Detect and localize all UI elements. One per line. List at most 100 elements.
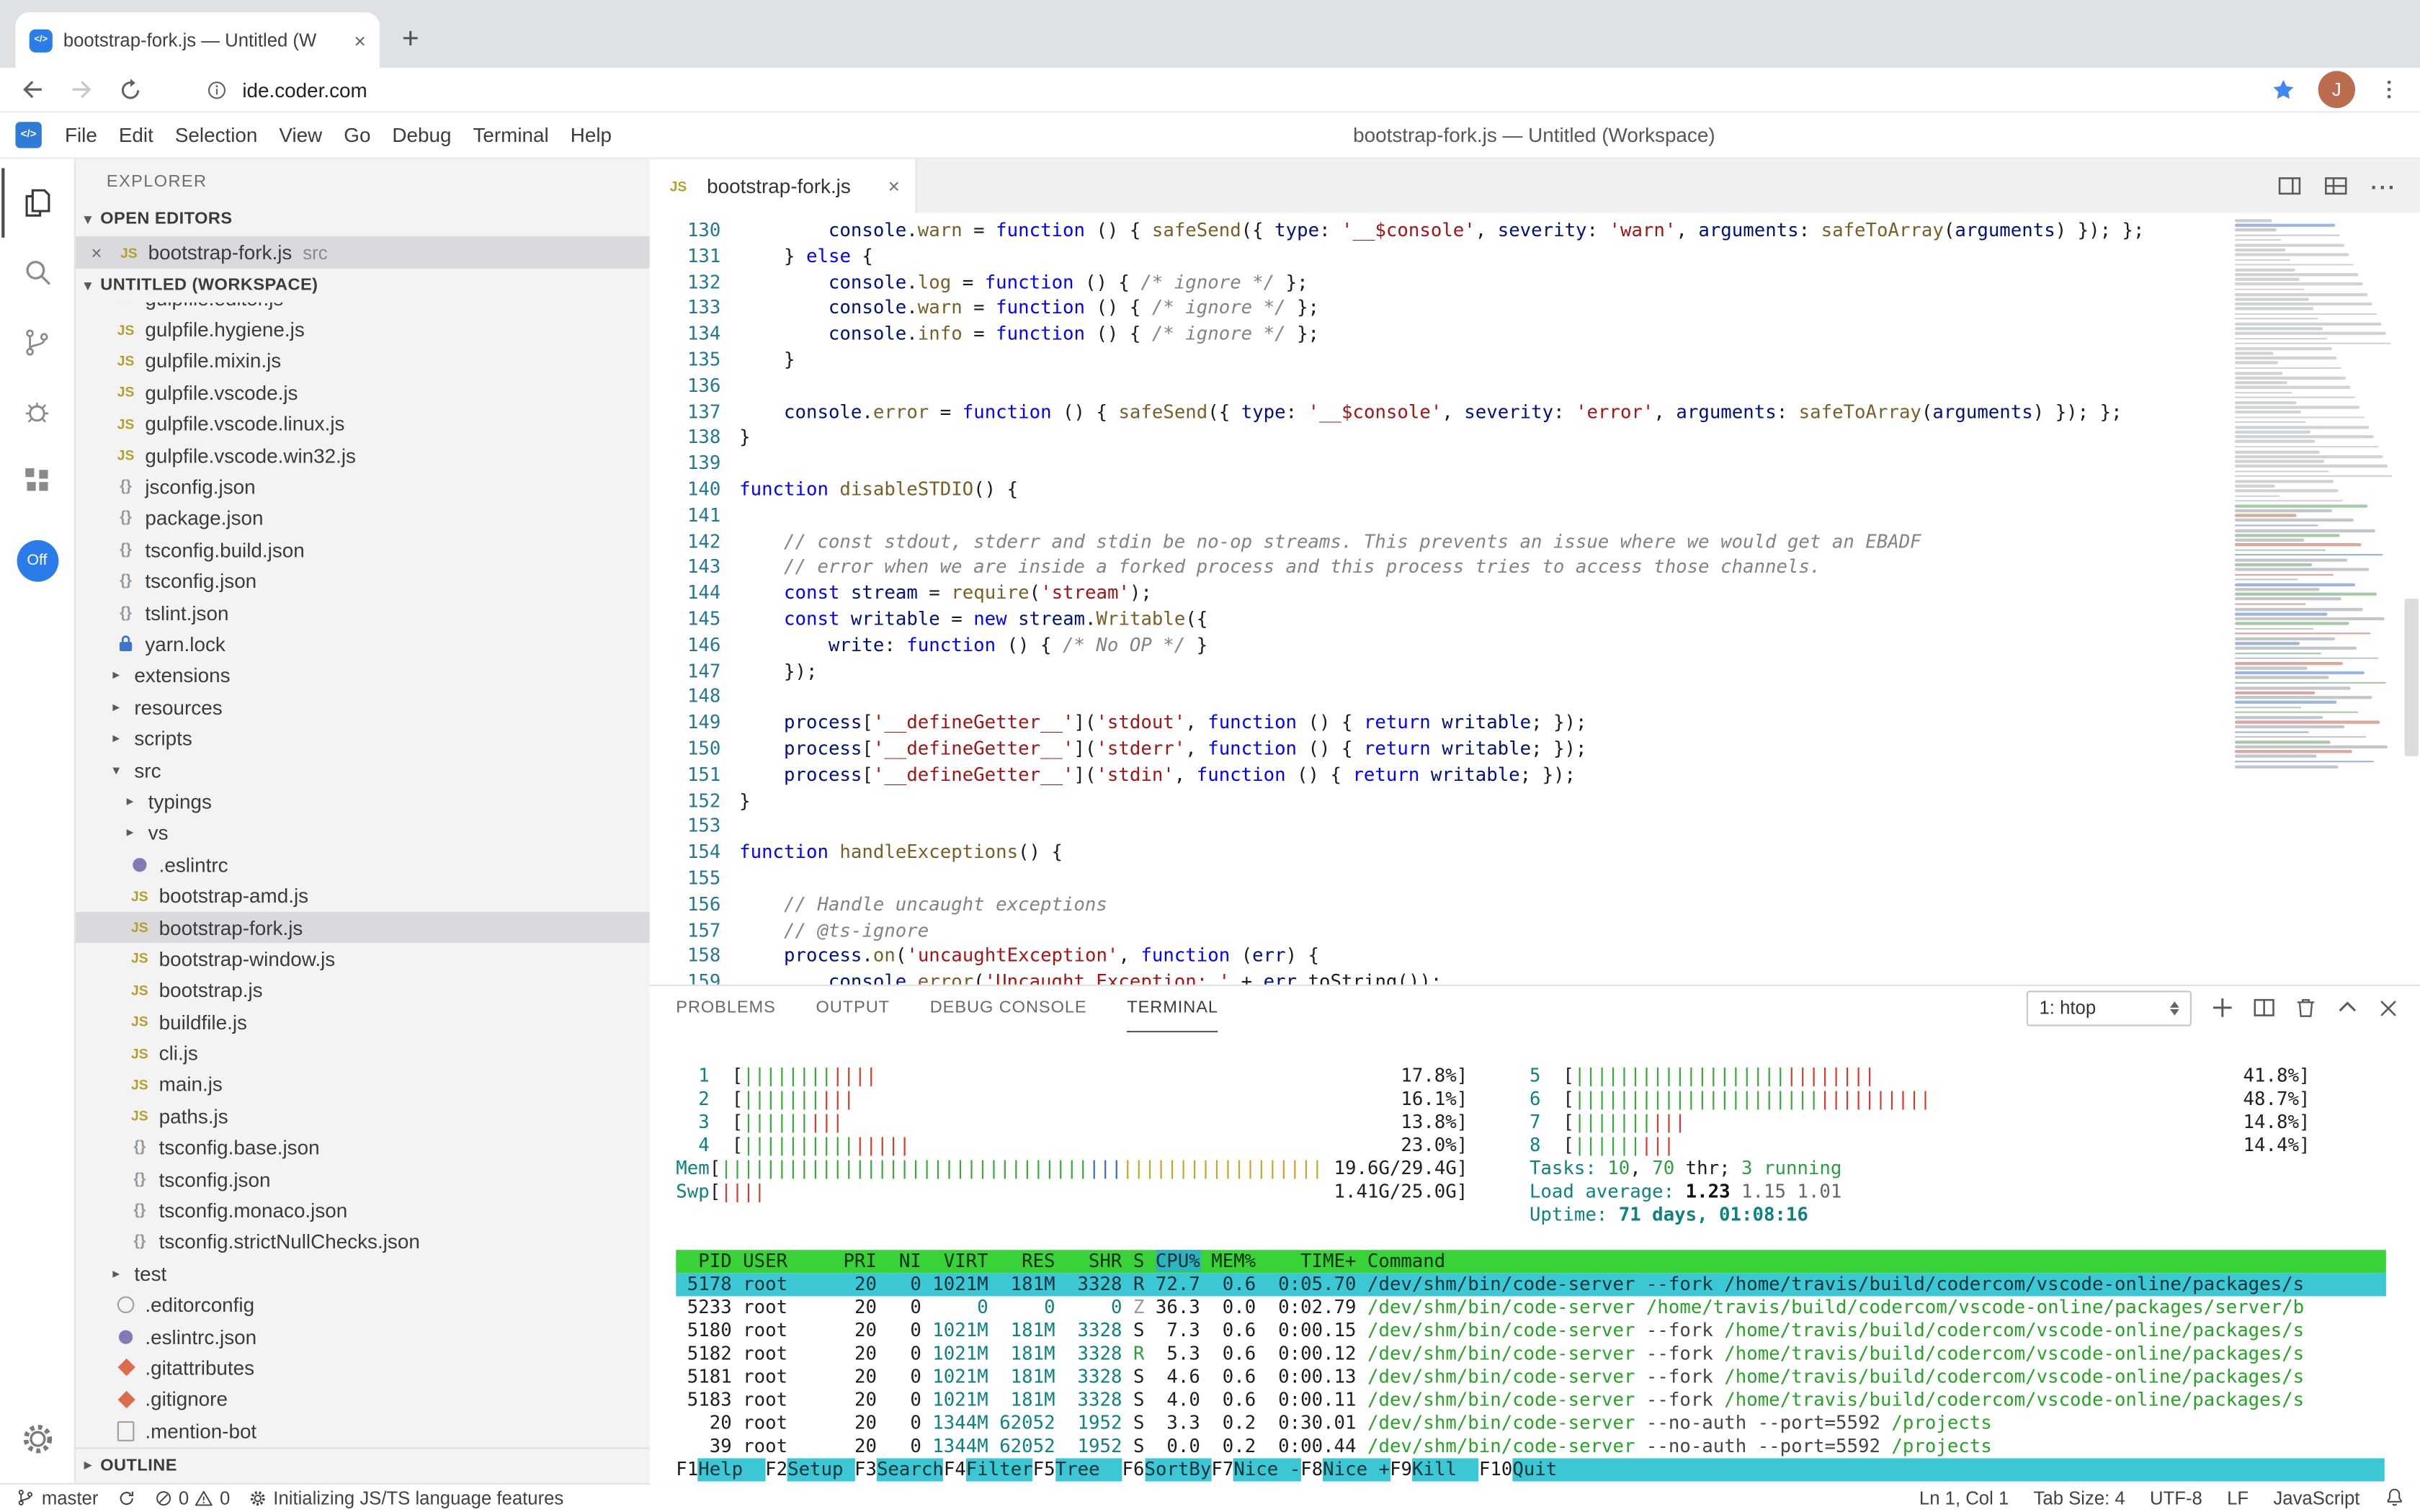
tree-item-jsconfig.json[interactable]: {}jsconfig.json (76, 471, 650, 503)
menu-file[interactable]: File (54, 123, 108, 146)
workspace-header[interactable]: ▾ UNTITLED (WORKSPACE) (76, 269, 650, 303)
split-terminal-icon[interactable] (2254, 997, 2275, 1019)
fkey-label-F9[interactable]: Kill (1412, 1457, 1479, 1480)
editor-scrollbar[interactable] (2405, 599, 2419, 756)
code-editor[interactable]: 130 console.warn = function () { safeSen… (650, 213, 2420, 984)
maximize-panel-icon[interactable] (2336, 997, 2358, 1019)
tree-item-gulpfile.vscode.js[interactable]: JSgulpfile.vscode.js (76, 377, 650, 408)
fkey-label-F6[interactable]: SortBy (1144, 1457, 1211, 1480)
open-editors-header[interactable]: ▾ OPEN EDITORS (76, 202, 650, 236)
panel-tab-problems[interactable]: PROBLEMS (676, 985, 776, 1030)
explorer-icon[interactable] (1, 169, 73, 238)
panel-tab-output[interactable]: OUTPUT (816, 985, 890, 1030)
tree-item-resources[interactable]: ▸resources (76, 692, 650, 723)
bookmark-star-icon[interactable] (2270, 76, 2296, 102)
fkey-label-F3[interactable]: Search (877, 1457, 944, 1480)
menu-go[interactable]: Go (333, 123, 381, 146)
tree-item-gulpfile.hygiene.js[interactable]: JSgulpfile.hygiene.js (76, 314, 650, 346)
new-tab-button[interactable]: + (389, 19, 432, 62)
terminal-output[interactable]: 1 [|||||||||||| 17.8%] 2 [|||||||||| 16.… (650, 1030, 2420, 1484)
branch-indicator[interactable]: master (15, 1488, 98, 1509)
new-terminal-icon[interactable] (2212, 997, 2233, 1019)
process-row-5183[interactable]: 5183 root 20 0 1021M 181M 3328 S 4.0 0.6… (676, 1388, 2386, 1411)
cursor-position[interactable]: Ln 1, Col 1 (1919, 1488, 2009, 1509)
off-toggle-badge[interactable]: Off (16, 540, 58, 582)
tree-item-test[interactable]: ▸test (76, 1258, 650, 1289)
eol[interactable]: LF (2227, 1488, 2249, 1509)
tree-item-.eslintrc[interactable]: .eslintrc (76, 849, 650, 880)
tree-item-.editorconfig[interactable]: .editorconfig (76, 1289, 650, 1321)
menu-selection[interactable]: Selection (164, 123, 269, 146)
tab-close-icon[interactable]: × (888, 174, 900, 197)
tab-size[interactable]: Tab Size: 4 (2034, 1488, 2125, 1509)
fkey-label-F1[interactable]: Help (698, 1457, 765, 1480)
tree-item-tsconfig.strictNullChecks.json[interactable]: {}tsconfig.strictNullChecks.json (76, 1226, 650, 1258)
process-row-20[interactable]: 20 root 20 0 1344M 62052 1952 S 3.3 0.2 … (676, 1411, 2386, 1434)
terminal-select[interactable]: 1: htop (2027, 990, 2192, 1025)
status-message[interactable]: Initializing JS/TS language features (249, 1488, 563, 1509)
panel-tab-terminal[interactable]: TERMINAL (1127, 985, 1218, 1032)
tree-item-scripts[interactable]: ▸scripts (76, 723, 650, 755)
notifications-bell-icon[interactable] (2385, 1488, 2405, 1508)
menu-help[interactable]: Help (560, 123, 622, 146)
process-row-5233[interactable]: 5233 root 20 0 0 0 0 Z 36.3 0.0 0:02.79 … (676, 1295, 2386, 1318)
tree-item-vs[interactable]: ▸vs (76, 818, 650, 849)
tree-item-gulpfile.vscode.win32.js[interactable]: JSgulpfile.vscode.win32.js (76, 439, 650, 471)
process-row-5180[interactable]: 5180 root 20 0 1021M 181M 3328 S 7.3 0.6… (676, 1319, 2386, 1342)
tree-item-extensions[interactable]: ▸extensions (76, 660, 650, 692)
process-row-5178[interactable]: 5178 root 20 0 1021M 181M 3328 R 72.7 0.… (676, 1272, 2386, 1295)
tree-item-package.json[interactable]: {}package.json (76, 503, 650, 534)
tree-item-gulpfile.mixin.js[interactable]: JSgulpfile.mixin.js (76, 345, 650, 377)
tree-item-tsconfig.json[interactable]: {}tsconfig.json (76, 1163, 650, 1195)
browser-menu-icon[interactable] (2377, 77, 2401, 102)
close-icon[interactable]: × (91, 241, 115, 263)
menu-edit[interactable]: Edit (108, 123, 164, 146)
fkey-F1[interactable]: F1 (676, 1457, 698, 1480)
problems-indicator[interactable]: 0 0 (154, 1488, 231, 1509)
back-button[interactable] (19, 76, 47, 104)
process-row-5182[interactable]: 5182 root 20 0 1021M 181M 3328 R 5.3 0.6… (676, 1342, 2386, 1365)
outline-header[interactable]: ▸ OUTLINE (76, 1446, 650, 1482)
profile-avatar[interactable]: J (2318, 71, 2355, 108)
fkey-F10[interactable]: F10 (1479, 1457, 1512, 1480)
fkey-F6[interactable]: F6 (1122, 1457, 1145, 1480)
tree-item-typings[interactable]: ▸typings (76, 786, 650, 818)
tree-item-.mention-bot[interactable]: .mention-bot (76, 1415, 650, 1447)
fkey-F5[interactable]: F5 (1033, 1457, 1055, 1480)
tree-item-src[interactable]: ▾src (76, 754, 650, 786)
split-editor-icon[interactable] (2278, 174, 2301, 197)
fkey-label-F4[interactable]: Filter (966, 1457, 1033, 1480)
more-actions-icon[interactable]: ··· (2370, 174, 2396, 198)
tree-item-tsconfig.base.json[interactable]: {}tsconfig.base.json (76, 1132, 650, 1163)
editor-tab-bootstrap-fork[interactable]: JS bootstrap-fork.js × (650, 159, 917, 213)
source-control-icon[interactable] (1, 307, 73, 376)
tree-item-gulpfile.vscode.linux.js[interactable]: JSgulpfile.vscode.linux.js (76, 408, 650, 440)
tree-item-cli.js[interactable]: JScli.js (76, 1037, 650, 1069)
tree-item-tsconfig.monaco.json[interactable]: {}tsconfig.monaco.json (76, 1195, 650, 1227)
menu-terminal[interactable]: Terminal (462, 123, 559, 146)
tree-item-tslint.json[interactable]: {}tslint.json (76, 597, 650, 629)
url-text[interactable]: ide.coder.com (242, 78, 367, 101)
tree-item-.eslintrc.json[interactable]: .eslintrc.json (76, 1321, 650, 1353)
process-row-39[interactable]: 39 root 20 0 1344M 62052 1952 S 0.0 0.2 … (676, 1434, 2386, 1457)
browser-tab[interactable]: </> bootstrap-fork.js — Untitled (W × (15, 12, 380, 68)
fkey-label-F7[interactable]: Nice - (1233, 1457, 1300, 1480)
tree-item-tsconfig.json[interactable]: {}tsconfig.json (76, 565, 650, 597)
tree-item-yarn.lock[interactable]: yarn.lock (76, 629, 650, 661)
fkey-F8[interactable]: F8 (1300, 1457, 1323, 1480)
page-info-icon[interactable] (205, 78, 228, 101)
address-bar[interactable]: ide.coder.com (205, 78, 2270, 101)
tree-item-bootstrap.js[interactable]: JSbootstrap.js (76, 975, 650, 1006)
refresh-button[interactable] (117, 76, 143, 102)
debug-icon[interactable] (1, 377, 73, 446)
tree-item-buildfile.js[interactable]: JSbuildfile.js (76, 1006, 650, 1038)
tree-item-.gitattributes[interactable]: .gitattributes (76, 1352, 650, 1384)
encoding[interactable]: UTF-8 (2150, 1488, 2202, 1509)
process-row-5181[interactable]: 5181 root 20 0 1021M 181M 3328 S 4.6 0.6… (676, 1365, 2386, 1388)
extensions-icon[interactable] (1, 446, 73, 515)
fkey-label-F5[interactable]: Tree (1055, 1457, 1122, 1480)
fkey-label-F2[interactable]: Setup (787, 1457, 854, 1480)
tree-item-main.js[interactable]: JSmain.js (76, 1069, 650, 1101)
fkey-F4[interactable]: F4 (944, 1457, 966, 1480)
tree-item-paths.js[interactable]: JSpaths.js (76, 1101, 650, 1132)
